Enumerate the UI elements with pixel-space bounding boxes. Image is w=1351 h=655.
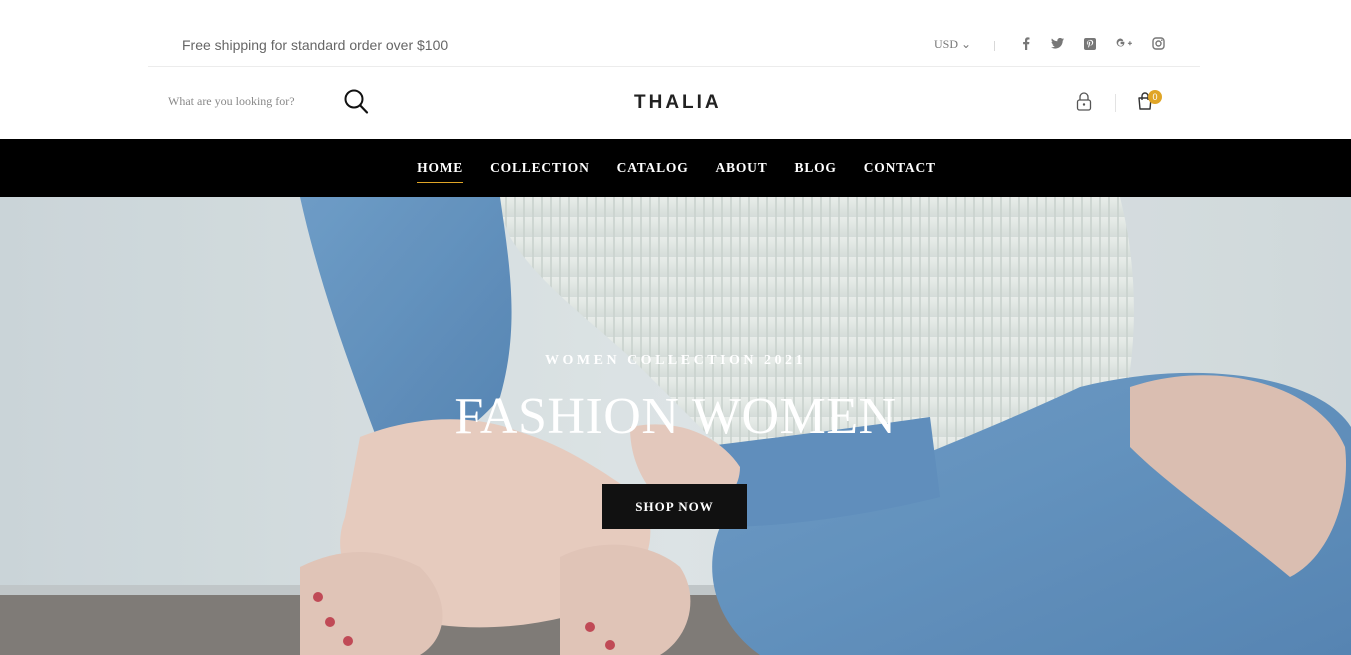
social-links bbox=[1018, 36, 1166, 51]
facebook-icon[interactable] bbox=[1018, 36, 1033, 51]
nav-item-blog[interactable]: BLOG bbox=[795, 160, 837, 183]
divider bbox=[1115, 94, 1116, 112]
top-bar: Free shipping for standard order over $1… bbox=[148, 0, 1200, 67]
lock-icon[interactable] bbox=[1074, 90, 1094, 112]
google-plus-icon[interactable] bbox=[1114, 36, 1134, 51]
nav-item-about[interactable]: ABOUT bbox=[716, 160, 768, 183]
currency-label: USD bbox=[934, 37, 959, 51]
nav-item-catalog[interactable]: CATALOG bbox=[617, 160, 689, 183]
site-logo[interactable]: THALIA bbox=[634, 92, 722, 114]
twitter-icon[interactable] bbox=[1050, 36, 1065, 51]
nav-item-collection[interactable]: COLLECTION bbox=[490, 160, 590, 183]
pinterest-icon[interactable] bbox=[1082, 36, 1097, 51]
main-nav: HOME COLLECTION CATALOG ABOUT BLOG CONTA… bbox=[0, 139, 1351, 197]
hero-banner: WOMEN COLLECTION 2021 FASHION WOMEN SHOP… bbox=[0, 197, 1351, 655]
divider bbox=[994, 41, 995, 51]
site-header: THALIA 0 bbox=[148, 68, 1200, 138]
search-icon[interactable] bbox=[344, 88, 370, 116]
chevron-down-icon: ⌄ bbox=[961, 37, 972, 51]
nav-item-home[interactable]: HOME bbox=[417, 160, 464, 183]
shop-now-button[interactable]: SHOP NOW bbox=[602, 484, 747, 529]
hero-headline: FASHION WOMEN bbox=[454, 388, 897, 445]
hero-eyebrow: WOMEN COLLECTION 2021 bbox=[545, 353, 806, 368]
nav-item-contact[interactable]: CONTACT bbox=[864, 160, 936, 183]
instagram-icon[interactable] bbox=[1151, 36, 1166, 51]
shipping-notice: Free shipping for standard order over $1… bbox=[182, 37, 449, 53]
currency-selector[interactable]: USD ⌄ bbox=[934, 37, 971, 52]
search-input[interactable] bbox=[168, 90, 338, 112]
cart-count-badge: 0 bbox=[1148, 90, 1162, 104]
